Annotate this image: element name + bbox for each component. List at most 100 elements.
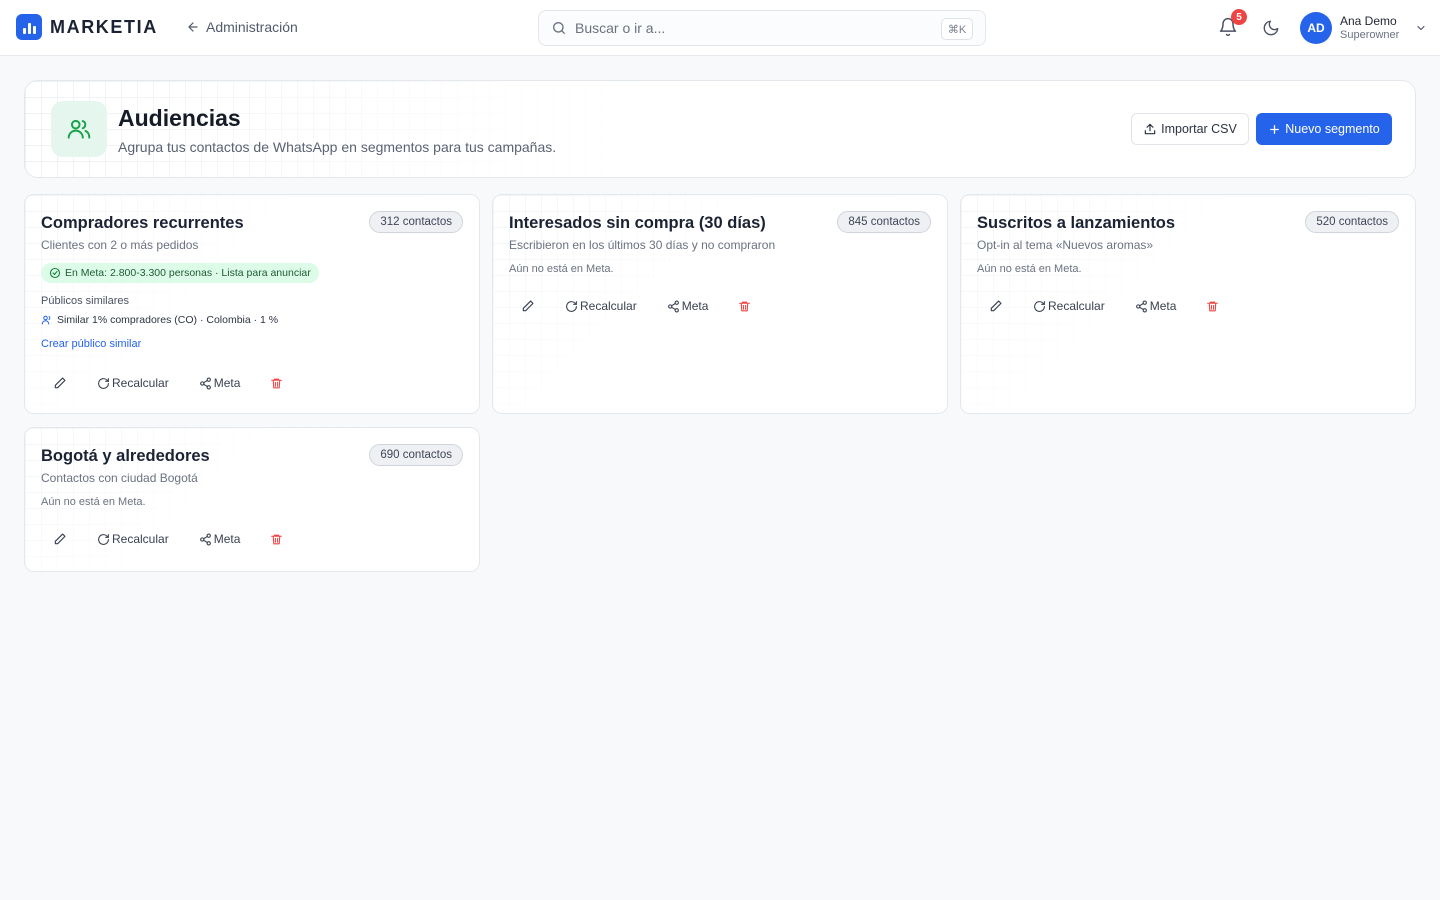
segment-description: Escribieron en los últimos 30 días y no … <box>509 238 776 252</box>
logo[interactable]: MARKETIA <box>16 14 158 40</box>
plus-icon <box>1268 123 1281 136</box>
meta-share-button[interactable]: Meta <box>667 299 709 313</box>
meta-label: Meta <box>213 532 241 546</box>
meta-label: Meta <box>681 299 709 313</box>
segment-card: Bogotá y alrededores 690 contactos Conta… <box>24 427 480 572</box>
segment-description: Contactos con ciudad Bogotá <box>41 471 198 485</box>
pencil-icon <box>989 299 1003 313</box>
user-menu[interactable]: AD Ana Demo Superowner <box>1300 12 1427 44</box>
edit-button[interactable] <box>53 376 67 390</box>
user-name: Ana Demo <box>1340 14 1397 29</box>
notifications-badge: 5 <box>1231 9 1247 25</box>
recalculate-button[interactable]: Recalcular <box>1033 299 1105 313</box>
segment-description: Clientes con 2 o más pedidos <box>41 238 199 252</box>
refresh-icon <box>97 533 110 546</box>
meta-share-button[interactable]: Meta <box>199 376 241 390</box>
segment-name: Compradores recurrentes <box>41 214 244 232</box>
search-input[interactable] <box>575 20 915 36</box>
back-to-admin-link[interactable]: Administración <box>186 19 298 35</box>
segment-card: Suscritos a lanzamientos 520 contactos O… <box>960 194 1416 414</box>
check-circle-icon <box>49 267 61 279</box>
contact-count-badge: 845 contactos <box>837 211 931 233</box>
recalculate-button[interactable]: Recalcular <box>565 299 637 313</box>
user-icon <box>41 314 53 326</box>
segment-actions: Recalcular Meta <box>977 296 1219 316</box>
delete-button[interactable] <box>270 377 283 390</box>
theme-toggle[interactable] <box>1262 19 1280 37</box>
top-bar: MARKETIA Administración ⌘K 5 AD Ana Demo… <box>0 0 1440 56</box>
page-subtitle: Agrupa tus contactos de WhatsApp en segm… <box>118 139 557 155</box>
trash-icon <box>738 300 751 313</box>
search-icon <box>551 20 567 36</box>
share-icon <box>199 377 212 390</box>
segment-card: Interesados sin compra (30 días) 845 con… <box>492 194 948 414</box>
trash-icon <box>270 533 283 546</box>
edit-button[interactable] <box>521 299 535 313</box>
recalculate-label: Recalcular <box>112 376 169 390</box>
trash-icon <box>1206 300 1219 313</box>
recalculate-button[interactable]: Recalcular <box>97 376 169 390</box>
pencil-icon <box>53 532 67 546</box>
chevron-down-icon <box>1415 22 1427 34</box>
lookalike-label: Similar 1% compradores (CO) · Colombia ·… <box>57 314 279 326</box>
meta-status-text: En Meta: 2.800-3.300 personas · Lista pa… <box>65 267 311 279</box>
segment-name: Bogotá y alrededores <box>41 447 210 465</box>
import-csv-label: Importar CSV <box>1161 122 1237 136</box>
users-icon <box>51 101 107 157</box>
pencil-icon <box>53 376 67 390</box>
meta-status-text: Aún no está en Meta. <box>977 263 1082 275</box>
segment-actions: Recalcular Meta <box>509 296 751 316</box>
meta-status-badge: En Meta: 2.800-3.300 personas · Lista pa… <box>41 263 319 283</box>
contact-count-badge: 520 contactos <box>1305 211 1399 233</box>
delete-button[interactable] <box>270 533 283 546</box>
share-icon <box>667 300 680 313</box>
segment-actions: Recalcular Meta <box>41 373 283 393</box>
upload-icon <box>1143 122 1157 136</box>
import-csv-button[interactable]: Importar CSV <box>1131 113 1249 145</box>
refresh-icon <box>97 377 110 390</box>
recalculate-label: Recalcular <box>112 532 169 546</box>
contact-count-badge: 690 contactos <box>369 444 463 466</box>
contact-count-badge: 312 contactos <box>369 211 463 233</box>
segment-description: Opt-in al tema «Nuevos aromas» <box>977 238 1154 252</box>
avatar: AD <box>1300 12 1332 44</box>
delete-button[interactable] <box>1206 300 1219 313</box>
search-bar[interactable]: ⌘K <box>538 10 986 46</box>
new-segment-button[interactable]: Nuevo segmento <box>1256 113 1392 145</box>
meta-share-button[interactable]: Meta <box>199 532 241 546</box>
delete-button[interactable] <box>738 300 751 313</box>
meta-status-text: Aún no está en Meta. <box>41 496 146 508</box>
brand-name: MARKETIA <box>50 16 158 37</box>
pencil-icon <box>521 299 535 313</box>
segment-name: Suscritos a lanzamientos <box>977 214 1176 232</box>
page-title: Audiencias <box>118 105 241 131</box>
segment-card: Compradores recurrentes 312 contactos Cl… <box>24 194 480 414</box>
refresh-icon <box>565 300 578 313</box>
meta-label: Meta <box>213 376 241 390</box>
search-shortcut: ⌘K <box>941 18 973 40</box>
recalculate-button[interactable]: Recalcular <box>97 532 169 546</box>
meta-share-button[interactable]: Meta <box>1135 299 1177 313</box>
refresh-icon <box>1033 300 1046 313</box>
page-header: Audiencias Agrupa tus contactos de Whats… <box>24 80 1416 178</box>
chart-logo-icon <box>16 14 42 40</box>
arrow-left-icon <box>186 20 200 34</box>
user-role: Superowner <box>1340 28 1400 41</box>
create-lookalike-link[interactable]: Crear público similar <box>41 338 141 350</box>
lookalike-item: Similar 1% compradores (CO) · Colombia ·… <box>41 314 278 326</box>
segment-name: Interesados sin compra (30 días) <box>509 214 766 232</box>
edit-button[interactable] <box>53 532 67 546</box>
segment-actions: Recalcular Meta <box>41 529 283 549</box>
new-segment-label: Nuevo segmento <box>1285 122 1380 136</box>
moon-icon <box>1262 19 1280 37</box>
edit-button[interactable] <box>989 299 1003 313</box>
lookalike-heading: Públicos similares <box>41 295 130 307</box>
share-icon <box>199 533 212 546</box>
meta-status-text: Aún no está en Meta. <box>509 263 614 275</box>
share-icon <box>1135 300 1148 313</box>
trash-icon <box>270 377 283 390</box>
back-link-label: Administración <box>206 19 298 35</box>
recalculate-label: Recalcular <box>580 299 637 313</box>
recalculate-label: Recalcular <box>1048 299 1105 313</box>
meta-label: Meta <box>1149 299 1177 313</box>
